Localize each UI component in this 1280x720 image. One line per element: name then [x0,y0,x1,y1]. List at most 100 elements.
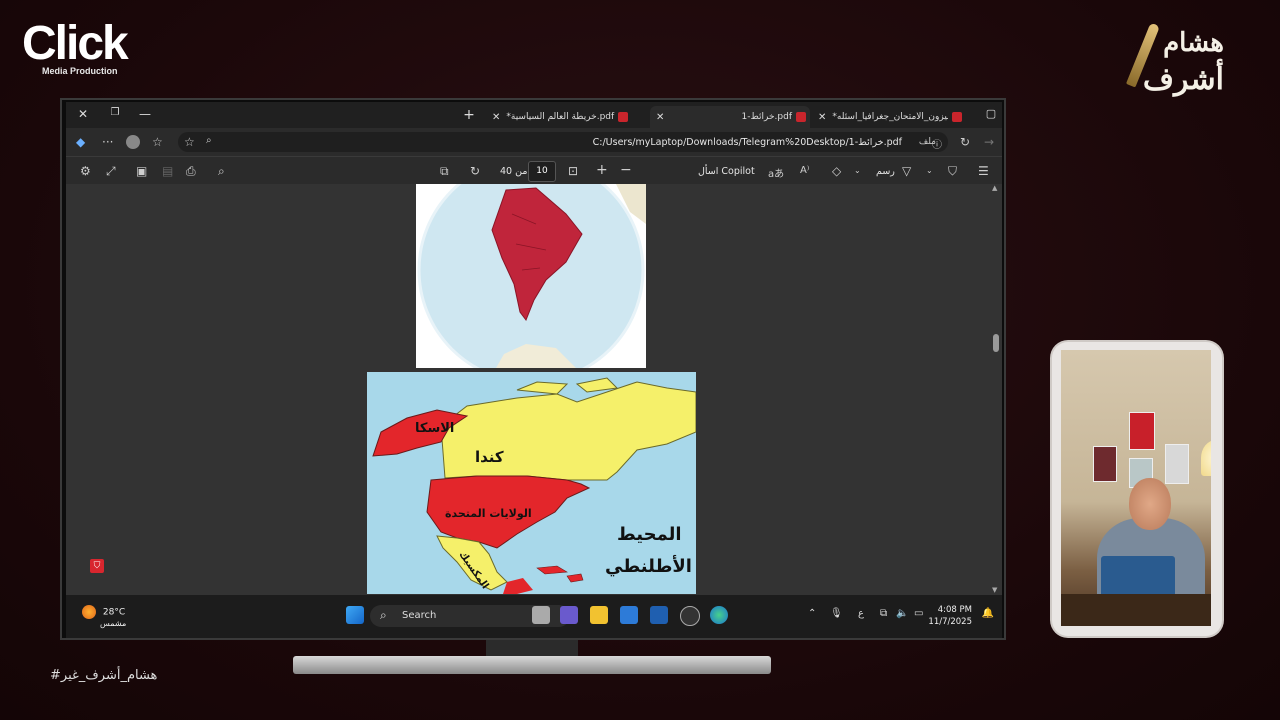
scroll-thumb[interactable] [993,334,999,352]
new-tab-button[interactable]: + [460,107,478,123]
webcam-overlay [1052,342,1222,636]
zoom-in-button[interactable]: + [596,162,608,178]
date: 11/7/2025 [928,617,972,627]
pdf-page-globe [416,184,646,368]
ask-copilot-button[interactable]: اسأل Copilot [698,166,755,177]
settings-icon[interactable]: ⚙ [80,164,91,178]
chevron-down-icon[interactable]: ⌄ [854,166,861,175]
fit-page-icon[interactable]: ⊡ [568,164,578,178]
monitor-neck [486,640,578,656]
laptop [1101,556,1175,598]
label-atlantic-1: المحيط [617,524,682,545]
copilot-icon[interactable]: ◆ [76,135,85,149]
chevron-down-icon[interactable]: ⌄ [926,166,933,175]
add-favorite-icon[interactable]: ☆ [184,135,195,149]
brand-logo: Click Media Production [22,18,129,77]
scroll-up-icon[interactable]: ▲ [992,184,997,192]
task-view-icon[interactable] [532,606,550,624]
network-icon[interactable]: ⧉ [880,608,887,619]
pdf-viewer[interactable]: الاسكا كندا الولايات المتحدة المحيط الأط… [66,184,1002,594]
signature-logo: هشام أشرف [1126,22,1224,102]
webcam-feed [1061,350,1211,626]
language-indicator[interactable]: ع [858,608,864,619]
lamp [1201,440,1211,476]
mail-icon[interactable] [650,606,668,624]
label-usa: الولايات المتحدة [445,507,532,520]
acrobat-icon[interactable]: ⛉ [90,559,104,573]
desktop-screen: ✕ ❐ — + ✕ *خريطة العالم السياسية.pdf ✕ خ… [66,102,1002,638]
globe-south-america-image [417,184,646,368]
tab-maps-1[interactable]: ✕ خرائط-1.pdf [650,106,810,128]
fullscreen-icon[interactable]: ⤢ [106,164,116,179]
more-icon[interactable]: ··· [102,135,113,149]
volume-icon[interactable]: 🔈 [896,608,908,619]
brand-subtitle: Media Production [42,66,118,76]
recorder-icon[interactable] [680,606,700,626]
tab-actions-icon[interactable]: ▢ [982,107,1000,120]
forward-icon[interactable]: → [984,135,994,149]
draw-button[interactable]: رسم [876,166,895,177]
close-window-button[interactable]: ✕ [74,107,92,121]
time: 4:08 PM [937,605,972,615]
poster [1165,444,1189,484]
battery-icon[interactable]: ▭ [914,608,923,619]
info-icon[interactable]: ⓘ [932,136,942,151]
save-icon[interactable]: ▣ [136,164,147,178]
read-aloud-icon[interactable]: A⁾ [800,165,809,176]
print-icon[interactable]: ⎙ [186,164,196,179]
rotate-icon[interactable]: ↻ [470,164,480,178]
tab-label: *خريطة العالم السياسية.pdf [506,112,615,122]
label-alaska: الاسكا [415,421,454,436]
minimize-window-button[interactable]: — [136,107,154,121]
vertical-scrollbar[interactable]: ▲ ▼ [992,184,1000,594]
url-text[interactable]: C:/Users/myLaptop/Downloads/Telegram%20D… [593,137,902,148]
weather-icon [82,605,96,619]
profile-icon[interactable] [126,135,140,149]
label-canada: كندا [475,448,504,466]
north-america-map: الاسكا كندا الولايات المتحدة المحيط الأط… [367,372,696,594]
contents-icon[interactable]: ☰ [978,164,989,178]
page-view-icon[interactable]: ⧉ [440,164,449,179]
tab-label: خرائط-1.pdf [741,112,792,122]
store-icon[interactable] [620,606,638,624]
save-as-icon[interactable]: ▤ [162,164,173,178]
erase-icon[interactable]: ◇ [832,164,841,178]
edge-icon[interactable] [710,606,728,624]
page-number-input[interactable]: 10 [528,161,556,182]
hashtag: #هشام_أشرف_غير [50,668,158,683]
teams-icon[interactable] [560,606,578,624]
tray-chevron-icon[interactable]: ⌃ [808,608,816,619]
poster [1093,446,1117,482]
tab-geography-exam[interactable]: ✕ *المتميزون_الامتحان_جغرافيا_اسئله. [812,106,974,128]
favorites-icon[interactable]: ☆ [152,135,163,149]
pdf-page-north-america-map: الاسكا كندا الولايات المتحدة المحيط الأط… [367,372,696,594]
start-button[interactable] [346,606,364,624]
notification-icon[interactable]: 🔔 [982,608,994,619]
file-explorer-icon[interactable] [590,606,608,624]
page-total: من 40 [500,166,528,177]
find-icon[interactable]: ⌕ [218,164,225,179]
scroll-down-icon[interactable]: ▼ [992,586,997,594]
highlight-icon[interactable]: ⛉ [948,164,957,179]
tab-bar: ✕ ❐ — + ✕ *خريطة العالم السياسية.pdf ✕ خ… [66,102,1002,128]
tab-label: *المتميزون_الامتحان_جغرافيا_اسئله. [832,112,948,122]
restore-window-button[interactable]: ❐ [106,107,124,118]
immersive-reader-icon[interactable]: aあ [768,165,784,180]
close-icon[interactable]: ✕ [656,112,664,123]
microphone-icon[interactable]: 🎙 [830,608,843,619]
person-head [1129,478,1171,530]
weather-widget[interactable]: 28°C مشمس [82,605,126,629]
draw-icon[interactable]: ▽ [902,164,911,178]
weather-desc: مشمس [100,619,127,628]
close-icon[interactable]: ✕ [818,112,826,123]
clock[interactable]: 4:08 PM 11/7/2025 [928,604,972,628]
tab-world-map[interactable]: ✕ *خريطة العالم السياسية.pdf [486,106,652,128]
close-icon[interactable]: ✕ [492,112,500,123]
pdf-icon [952,112,963,122]
refresh-icon[interactable]: ↻ [960,135,970,149]
temperature: 28°C [102,607,126,618]
poster [1129,412,1155,450]
zoom-out-button[interactable]: − [620,162,632,178]
pdf-toolbar: ⚙ ⤢ ▣ ▤ ⎙ ⌕ ⧉ ↻ من 40 10 ⊡ + − اسأل Copi… [66,156,1002,185]
search-icon[interactable]: ⌕ [206,135,212,146]
